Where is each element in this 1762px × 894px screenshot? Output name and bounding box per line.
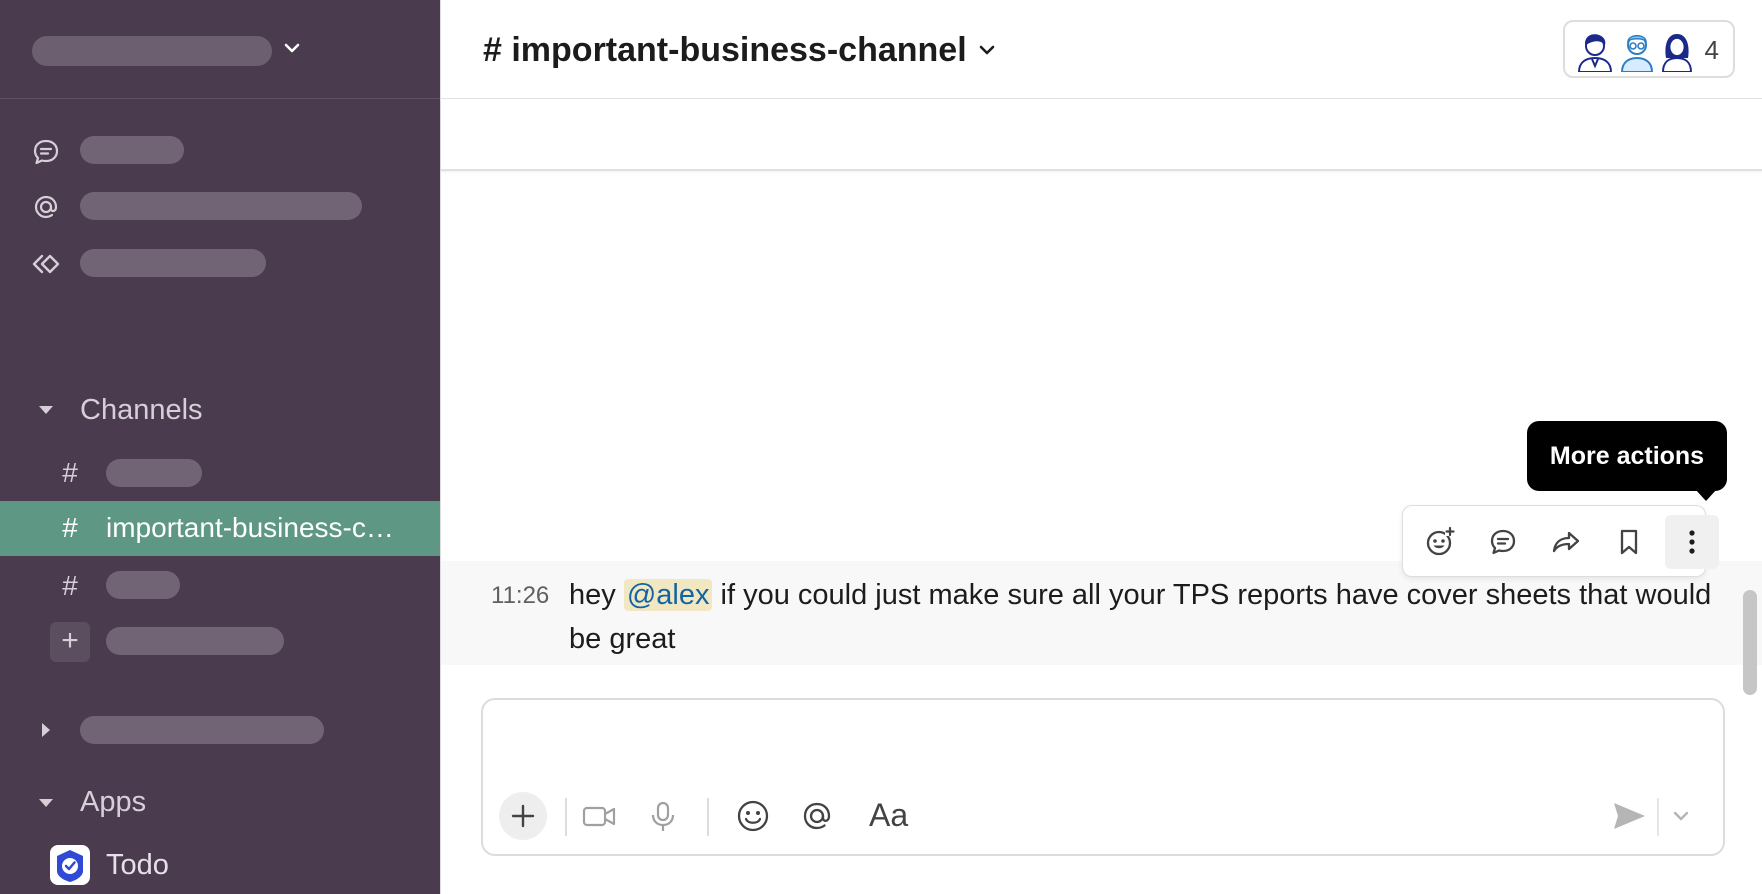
share-arrow-icon <box>1552 531 1580 553</box>
threads-icon[interactable] <box>30 136 62 168</box>
sidebar-channel-important-business[interactable]: # important-business-c… <box>0 501 440 556</box>
section-label-placeholder[interactable] <box>80 716 324 744</box>
workspace-header[interactable] <box>0 0 440 99</box>
message-text-after: if you could just make sure all your TPS… <box>569 579 1712 655</box>
microphone-icon <box>651 801 675 831</box>
chevron-down-icon[interactable] <box>282 38 302 58</box>
caret-right-icon[interactable] <box>36 720 56 740</box>
formatting-toggle-button[interactable]: Aa <box>869 795 908 835</box>
add-channel-label-placeholder[interactable] <box>106 627 284 655</box>
channel-title[interactable]: # important-business-channel <box>483 30 967 70</box>
chevron-down-icon <box>1673 811 1689 821</box>
message-timestamp[interactable]: 11:26 <box>491 579 549 613</box>
message-actions-toolbar <box>1402 505 1719 577</box>
reply-in-thread-button[interactable] <box>1476 515 1530 569</box>
user-mention[interactable]: @alex <box>623 579 713 611</box>
at-sign-icon <box>803 802 831 830</box>
mentions-label-placeholder <box>80 192 362 220</box>
hash-icon: # <box>62 512 78 543</box>
apps-section-label[interactable]: Apps <box>80 785 146 819</box>
save-for-later-button[interactable] <box>1602 515 1656 569</box>
channel-name-placeholder[interactable] <box>106 459 202 487</box>
member-avatar-icon <box>1577 34 1613 72</box>
emoji-icon <box>737 800 769 832</box>
composer-divider <box>707 798 709 836</box>
record-audio-button[interactable] <box>639 792 687 840</box>
add-reaction-icon <box>1426 526 1455 556</box>
hash-icon: # <box>62 570 78 601</box>
message-text: hey @alex if you could just make sure al… <box>569 573 1739 661</box>
plus-icon <box>511 804 535 828</box>
member-avatar-icon <box>1620 35 1654 72</box>
workspace-name-placeholder <box>32 36 272 66</box>
add-reaction-button[interactable] <box>1413 515 1467 569</box>
channel-header: # important-business-channel 4 <box>441 0 1762 99</box>
more-actions-tooltip: More actions <box>1527 421 1727 491</box>
sidebar: Channels # # important-business-c… # + A… <box>0 0 440 894</box>
threads-label-placeholder <box>80 136 184 164</box>
caret-down-icon[interactable] <box>36 793 56 813</box>
thread-reply-icon <box>1490 529 1516 555</box>
more-vertical-icon <box>1689 530 1695 554</box>
bookmark-icon <box>1620 529 1638 555</box>
sidebar-channel-label: important-business-c… <box>106 512 394 543</box>
member-count: 4 <box>1704 35 1719 65</box>
todo-app-icon[interactable] <box>50 845 90 885</box>
video-camera-icon <box>582 806 616 827</box>
more-actions-button[interactable] <box>1665 515 1719 569</box>
message-composer: Aa <box>481 698 1725 856</box>
composer-divider <box>1657 798 1659 836</box>
channels-section-label[interactable]: Channels <box>80 393 203 427</box>
sidebar-app-todo[interactable]: Todo <box>106 848 169 882</box>
send-button[interactable] <box>1605 792 1653 840</box>
send-options-button[interactable] <box>1663 792 1699 840</box>
bookmarks-bar <box>441 100 1762 171</box>
member-avatar-icon <box>1661 34 1693 72</box>
message-input[interactable] <box>497 710 1707 780</box>
caret-down-icon[interactable] <box>36 400 56 420</box>
hash-icon: # <box>62 457 78 488</box>
channel-members-button[interactable]: 4 <box>1563 20 1735 78</box>
drafts-label-placeholder <box>80 249 266 277</box>
message-text-before: hey <box>569 579 624 611</box>
tooltip-arrow <box>1695 489 1717 501</box>
channel-name-placeholder[interactable] <box>106 571 180 599</box>
channel-view: # important-business-channel 4 More acti… <box>440 0 1762 894</box>
attach-button[interactable] <box>499 792 547 840</box>
emoji-button[interactable] <box>729 792 777 840</box>
chevron-down-icon[interactable] <box>977 40 997 60</box>
drafts-sent-icon[interactable] <box>30 248 62 280</box>
message-list-scrollbar[interactable] <box>1743 590 1757 695</box>
at-mentions-icon[interactable] <box>30 191 62 223</box>
send-icon <box>1614 803 1645 829</box>
composer-divider <box>565 798 567 836</box>
mention-button[interactable] <box>793 792 841 840</box>
add-channel-icon[interactable]: + <box>50 622 90 662</box>
record-video-button[interactable] <box>575 792 623 840</box>
forward-message-button[interactable] <box>1539 515 1593 569</box>
